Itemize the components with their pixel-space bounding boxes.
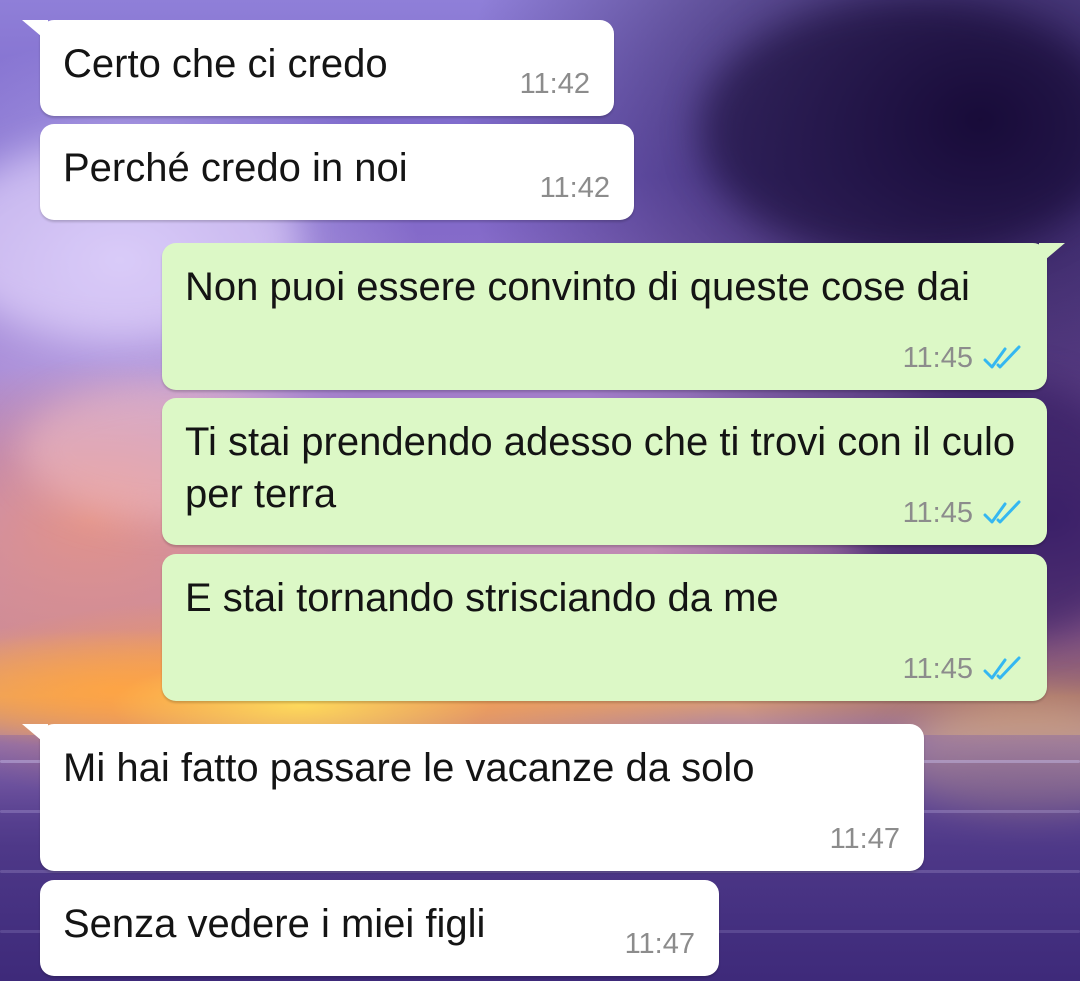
- double-check-read-icon: [983, 656, 1021, 680]
- message-bubble-outgoing[interactable]: Non puoi essere convinto di queste cose …: [162, 243, 1065, 390]
- message-timestamp: 11:47: [829, 823, 900, 855]
- message-timestamp: 11:45: [902, 342, 973, 374]
- message-timestamp: 11:45: [902, 653, 973, 685]
- message-text: E stai tornando strisciando da me: [185, 576, 779, 620]
- message-bubble-outgoing[interactable]: Ti stai prendendo adesso che ti trovi co…: [162, 398, 1047, 545]
- message-timestamp: 11:42: [519, 68, 590, 100]
- message-text: Certo che ci credo: [63, 42, 388, 86]
- message-bubble-incoming[interactable]: Certo che ci credo 11:42: [22, 20, 614, 116]
- message-timestamp: 11:47: [624, 928, 695, 960]
- message-meta: 11:45: [903, 653, 1023, 685]
- message-bubble-incoming[interactable]: Perché credo in noi 11:42: [40, 124, 634, 220]
- message-meta: 11:45: [903, 497, 1023, 529]
- message-timestamp: 11:42: [539, 172, 610, 204]
- message-text: Perché credo in noi: [63, 146, 408, 190]
- bubble-tail: [22, 724, 48, 746]
- message-bubble-incoming[interactable]: Mi hai fatto passare le vacanze da solo …: [22, 724, 924, 871]
- bubble-tail: [22, 20, 48, 42]
- message-meta: 11:42: [520, 68, 590, 100]
- message-text: Senza vedere i miei figli: [63, 902, 486, 946]
- message-bubble-outgoing[interactable]: E stai tornando strisciando da me 11:45: [162, 554, 1047, 701]
- message-list[interactable]: Certo che ci credo 11:42 Perché credo in…: [0, 0, 1080, 981]
- message-meta: 11:47: [625, 928, 695, 960]
- message-meta: 11:47: [830, 823, 900, 855]
- message-bubble-incoming[interactable]: Senza vedere i miei figli 11:47: [40, 880, 719, 976]
- message-timestamp: 11:45: [902, 497, 973, 529]
- message-text: Mi hai fatto passare le vacanze da solo: [63, 746, 755, 790]
- message-text: Non puoi essere convinto di queste cose …: [185, 265, 970, 309]
- message-meta: 11:45: [903, 342, 1023, 374]
- double-check-read-icon: [983, 500, 1021, 524]
- message-text: Ti stai prendendo adesso che ti trovi co…: [185, 420, 1016, 516]
- double-check-read-icon: [983, 345, 1021, 369]
- bubble-tail: [1039, 243, 1065, 265]
- message-meta: 11:42: [540, 172, 610, 204]
